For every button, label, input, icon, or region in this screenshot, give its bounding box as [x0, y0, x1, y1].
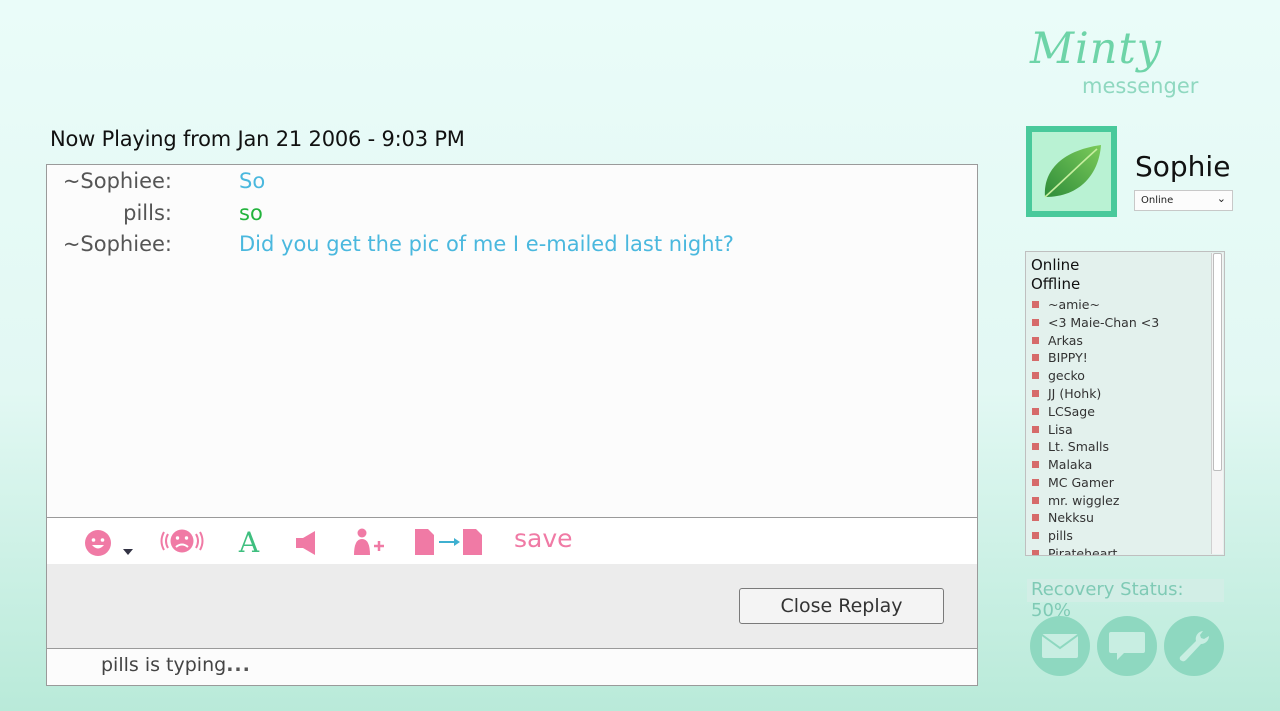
chat-button[interactable] — [1097, 616, 1157, 676]
file-transfer-icon[interactable] — [414, 527, 484, 557]
offline-status-icon — [1032, 372, 1039, 379]
message-toolbar: A save — [47, 517, 977, 565]
contact-name: Nekksu — [1048, 510, 1094, 525]
offline-status-icon — [1032, 514, 1039, 521]
save-button[interactable]: save — [514, 524, 573, 553]
chat-icon — [1109, 632, 1145, 660]
group-online[interactable]: Online — [1031, 256, 1079, 274]
offline-status-icon — [1032, 319, 1039, 326]
message-sender: ~Sophiee: — [62, 232, 172, 256]
group-offline[interactable]: Offline — [1031, 275, 1080, 293]
contact-name: mr. wigglez — [1048, 493, 1120, 508]
contact-name: Arkas — [1048, 333, 1083, 348]
contact-name: MC Gamer — [1048, 475, 1114, 490]
contact-name: Malaka — [1048, 457, 1093, 472]
contact-name: ~amie~ — [1048, 297, 1100, 312]
offline-status-icon — [1032, 550, 1039, 555]
mail-button[interactable] — [1030, 616, 1090, 676]
offline-status-icon — [1032, 443, 1039, 450]
contact-item[interactable]: BIPPY! — [1032, 350, 1088, 368]
offline-status-icon — [1032, 390, 1039, 397]
smiley-icon[interactable] — [84, 528, 112, 558]
mail-icon — [1041, 634, 1079, 658]
contact-item[interactable]: pills — [1032, 528, 1073, 546]
message-sender: ~Sophiee: — [62, 169, 172, 193]
app-logo: Minty messenger — [1030, 24, 1198, 98]
font-icon[interactable]: A — [236, 526, 262, 556]
message-row: ~Sophiee: So — [47, 169, 977, 201]
status-dropdown-value: Online — [1141, 195, 1174, 206]
contact-item[interactable]: gecko — [1032, 368, 1085, 386]
chevron-down-icon: ⌄ — [1216, 192, 1226, 205]
message-sender: pills: — [123, 201, 172, 225]
contact-list: Online Offline ~amie~ <3 Maie-Chan <3 Ar… — [1025, 251, 1225, 556]
contact-item[interactable]: Nekksu — [1032, 510, 1094, 528]
leaf-icon — [1043, 144, 1101, 198]
message-row: pills: so — [47, 201, 977, 233]
contact-item[interactable]: Arkas — [1032, 333, 1083, 351]
offline-status-icon — [1032, 532, 1039, 539]
offline-status-icon — [1032, 426, 1039, 433]
contact-item[interactable]: Pirateheart — [1032, 546, 1118, 556]
chat-window: ~Sophiee: So pills: so ~Sophiee: Did you… — [46, 164, 978, 686]
contact-name: JJ (Hohk) — [1048, 386, 1102, 401]
message-row: ~Sophiee: Did you get the pic of me I e-… — [47, 232, 977, 264]
contact-item[interactable]: MC Gamer — [1032, 475, 1114, 493]
settings-button[interactable] — [1164, 616, 1224, 676]
contact-item[interactable]: <3 Maie-Chan <3 — [1032, 315, 1159, 333]
contact-list-scrollbar[interactable] — [1211, 253, 1223, 554]
contact-name: gecko — [1048, 368, 1085, 383]
now-playing-header: Now Playing from Jan 21 2006 - 9:03 PM — [50, 127, 465, 151]
message-text: so — [239, 201, 263, 225]
sound-icon[interactable] — [295, 528, 317, 558]
contact-name: Lisa — [1048, 422, 1073, 437]
logo-subtitle: messenger — [1082, 74, 1199, 98]
offline-status-icon — [1032, 408, 1039, 415]
typing-dots: ... — [226, 654, 251, 676]
wrench-icon — [1179, 631, 1209, 662]
offline-status-icon — [1032, 301, 1039, 308]
contact-item[interactable]: Lisa — [1032, 422, 1073, 440]
typing-status: pills is typing... — [101, 654, 251, 676]
offline-status-icon — [1032, 354, 1039, 361]
contact-name: Lt. Smalls — [1048, 439, 1110, 454]
scrollbar-thumb[interactable] — [1213, 253, 1222, 471]
user-name: Sophie — [1135, 150, 1231, 183]
status-dropdown[interactable]: Online ⌄ — [1134, 190, 1233, 211]
contact-item[interactable]: Malaka — [1032, 457, 1092, 475]
offline-status-icon — [1032, 497, 1039, 504]
compose-area: Close Replay — [47, 564, 977, 649]
recovery-status: Recovery Status: 50% — [1027, 579, 1224, 621]
add-contact-icon[interactable] — [350, 527, 386, 557]
contact-name: BIPPY! — [1048, 350, 1088, 365]
message-text: Did you get the pic of me I e-mailed las… — [239, 232, 734, 256]
contact-name: LCSage — [1048, 404, 1095, 419]
avatar[interactable] — [1026, 126, 1117, 217]
message-log: ~Sophiee: So pills: so ~Sophiee: Did you… — [47, 165, 977, 517]
contact-item[interactable]: JJ (Hohk) — [1032, 386, 1101, 404]
contact-item[interactable]: mr. wigglez — [1032, 493, 1119, 511]
contact-item[interactable]: ~amie~ — [1032, 297, 1100, 315]
typing-status-text: pills is typing — [101, 654, 227, 676]
svg-text:A: A — [238, 526, 260, 556]
contact-name: <3 Maie-Chan <3 — [1048, 315, 1160, 330]
message-text: So — [239, 169, 266, 193]
contact-name: Pirateheart — [1048, 546, 1118, 556]
offline-status-icon — [1032, 461, 1039, 468]
contact-name: pills — [1048, 528, 1073, 543]
offline-status-icon — [1032, 479, 1039, 486]
contact-item[interactable]: LCSage — [1032, 404, 1095, 422]
logo-title: Minty — [1030, 24, 1163, 74]
close-replay-button[interactable]: Close Replay — [739, 588, 944, 624]
buzz-icon[interactable] — [158, 526, 206, 556]
offline-status-icon — [1032, 337, 1039, 344]
contact-item[interactable]: Lt. Smalls — [1032, 439, 1109, 457]
